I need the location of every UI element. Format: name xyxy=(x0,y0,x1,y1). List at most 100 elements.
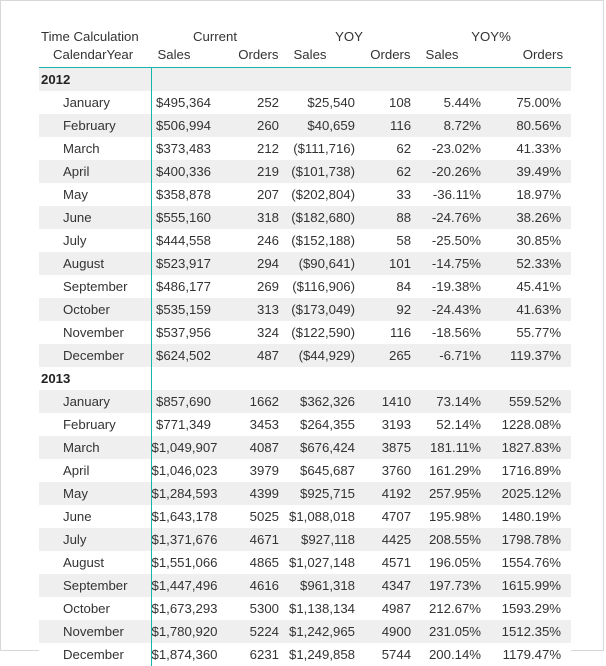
cell-yoy-sales[interactable]: ($44,929) xyxy=(287,344,363,367)
cell-current-sales[interactable] xyxy=(151,68,219,92)
cell-yoy-percent-orders[interactable]: 18.97% xyxy=(491,183,571,206)
cell-yoy-percent-orders[interactable]: 41.63% xyxy=(491,298,571,321)
month-label[interactable]: August xyxy=(39,551,151,574)
cell-yoy-percent-orders[interactable]: 1798.78% xyxy=(491,528,571,551)
cell-yoy-percent-sales[interactable] xyxy=(419,68,491,92)
column-header-yoy-percent-orders[interactable]: Orders xyxy=(491,47,571,68)
cell-yoy-sales[interactable] xyxy=(287,367,363,390)
cell-yoy-percent-orders[interactable]: 41.33% xyxy=(491,137,571,160)
cell-yoy-sales[interactable]: $264,355 xyxy=(287,413,363,436)
matrix-month-row[interactable]: January$495,364252$25,5401085.44%75.00% xyxy=(39,91,571,114)
month-label[interactable]: May xyxy=(39,183,151,206)
cell-yoy-percent-sales[interactable]: -14.75% xyxy=(419,252,491,275)
cell-current-orders[interactable]: 246 xyxy=(219,229,287,252)
year-label[interactable]: 2012 xyxy=(39,68,151,92)
cell-yoy-orders[interactable]: 101 xyxy=(363,252,419,275)
month-label[interactable]: November xyxy=(39,620,151,643)
cell-yoy-orders[interactable]: 4347 xyxy=(363,574,419,597)
cell-yoy-percent-orders[interactable]: 1827.83% xyxy=(491,436,571,459)
cell-yoy-orders[interactable]: 3760 xyxy=(363,459,419,482)
month-label[interactable]: January xyxy=(39,91,151,114)
column-header-yoy-sales[interactable]: Sales xyxy=(287,47,363,68)
cell-current-sales[interactable]: $358,878 xyxy=(151,183,219,206)
month-label[interactable]: April xyxy=(39,160,151,183)
cell-yoy-sales[interactable]: $1,138,134 xyxy=(287,597,363,620)
cell-current-sales[interactable]: $1,643,178 xyxy=(151,505,219,528)
month-label[interactable]: July xyxy=(39,528,151,551)
cell-yoy-percent-orders[interactable] xyxy=(491,367,571,390)
cell-yoy-sales[interactable]: $1,088,018 xyxy=(287,505,363,528)
cell-yoy-percent-orders[interactable]: 1228.08% xyxy=(491,413,571,436)
cell-current-sales[interactable]: $857,690 xyxy=(151,390,219,413)
cell-yoy-percent-sales[interactable]: 196.05% xyxy=(419,551,491,574)
month-label[interactable]: September xyxy=(39,574,151,597)
cell-current-sales[interactable]: $1,284,593 xyxy=(151,482,219,505)
month-label[interactable]: February xyxy=(39,114,151,137)
cell-yoy-orders[interactable]: 4192 xyxy=(363,482,419,505)
cell-yoy-orders[interactable]: 4900 xyxy=(363,620,419,643)
cell-yoy-orders[interactable]: 3875 xyxy=(363,436,419,459)
cell-current-sales[interactable]: $1,046,023 xyxy=(151,459,219,482)
cell-current-orders[interactable]: 313 xyxy=(219,298,287,321)
cell-yoy-percent-orders[interactable]: 1615.99% xyxy=(491,574,571,597)
cell-yoy-percent-orders[interactable] xyxy=(491,68,571,92)
cell-yoy-sales[interactable]: $961,318 xyxy=(287,574,363,597)
cell-current-sales[interactable]: $495,364 xyxy=(151,91,219,114)
cell-current-orders[interactable]: 294 xyxy=(219,252,287,275)
column-header-current-orders[interactable]: Orders xyxy=(219,47,287,68)
cell-yoy-percent-orders[interactable]: 1593.29% xyxy=(491,597,571,620)
matrix-month-row[interactable]: November$537,956324($122,590)116-18.56%5… xyxy=(39,321,571,344)
cell-current-orders[interactable] xyxy=(219,367,287,390)
cell-yoy-orders[interactable]: 116 xyxy=(363,114,419,137)
cell-yoy-orders[interactable]: 84 xyxy=(363,275,419,298)
cell-current-orders[interactable]: 1662 xyxy=(219,390,287,413)
cell-yoy-percent-sales[interactable]: 5.44% xyxy=(419,91,491,114)
cell-yoy-percent-sales[interactable]: 161.29% xyxy=(419,459,491,482)
matrix-month-row[interactable]: October$535,159313($173,049)92-24.43%41.… xyxy=(39,298,571,321)
cell-current-sales[interactable]: $555,160 xyxy=(151,206,219,229)
cell-yoy-sales[interactable] xyxy=(287,68,363,92)
cell-yoy-percent-orders[interactable]: 119.37% xyxy=(491,344,571,367)
cell-yoy-percent-sales[interactable]: 231.05% xyxy=(419,620,491,643)
cell-yoy-percent-orders[interactable]: 30.85% xyxy=(491,229,571,252)
matrix-month-row[interactable]: July$444,558246($152,188)58-25.50%30.85% xyxy=(39,229,571,252)
cell-current-sales[interactable]: $535,159 xyxy=(151,298,219,321)
matrix-month-row[interactable]: March$1,049,9074087$676,4243875181.11%18… xyxy=(39,436,571,459)
cell-yoy-orders[interactable]: 116 xyxy=(363,321,419,344)
matrix-month-row[interactable]: July$1,371,6764671$927,1184425208.55%179… xyxy=(39,528,571,551)
cell-yoy-percent-sales[interactable]: 257.95% xyxy=(419,482,491,505)
cell-current-orders[interactable]: 5025 xyxy=(219,505,287,528)
cell-yoy-sales[interactable]: ($202,804) xyxy=(287,183,363,206)
cell-current-orders[interactable]: 3979 xyxy=(219,459,287,482)
matrix-month-row[interactable]: January$857,6901662$362,326141073.14%559… xyxy=(39,390,571,413)
cell-current-sales[interactable]: $537,956 xyxy=(151,321,219,344)
cell-yoy-percent-sales[interactable]: -6.71% xyxy=(419,344,491,367)
cell-yoy-percent-sales[interactable]: 208.55% xyxy=(419,528,491,551)
cell-yoy-percent-sales[interactable]: -36.11% xyxy=(419,183,491,206)
cell-current-sales[interactable]: $1,673,293 xyxy=(151,597,219,620)
matrix-month-row[interactable]: February$506,994260$40,6591168.72%80.56% xyxy=(39,114,571,137)
cell-yoy-sales[interactable]: $645,687 xyxy=(287,459,363,482)
column-header-current-sales[interactable]: Sales xyxy=(151,47,219,68)
matrix-month-row[interactable]: December$624,502487($44,929)265-6.71%119… xyxy=(39,344,571,367)
row-header-field-label[interactable]: CalendarYear xyxy=(39,47,151,68)
cell-current-orders[interactable]: 4671 xyxy=(219,528,287,551)
column-header-yoy-percent-sales[interactable]: Sales xyxy=(419,47,491,68)
cell-current-orders[interactable]: 6231 xyxy=(219,643,287,666)
cell-yoy-percent-sales[interactable] xyxy=(419,367,491,390)
cell-yoy-sales[interactable]: ($173,049) xyxy=(287,298,363,321)
cell-yoy-orders[interactable]: 265 xyxy=(363,344,419,367)
cell-yoy-sales[interactable]: ($182,680) xyxy=(287,206,363,229)
cell-yoy-percent-orders[interactable]: 45.41% xyxy=(491,275,571,298)
cell-yoy-percent-sales[interactable]: 212.67% xyxy=(419,597,491,620)
year-label[interactable]: 2013 xyxy=(39,367,151,390)
cell-yoy-percent-sales[interactable]: 52.14% xyxy=(419,413,491,436)
matrix-month-row[interactable]: March$373,483212($111,716)62-23.02%41.33… xyxy=(39,137,571,160)
cell-yoy-orders[interactable]: 108 xyxy=(363,91,419,114)
month-label[interactable]: June xyxy=(39,206,151,229)
matrix-year-row[interactable]: 2013 xyxy=(39,367,571,390)
cell-current-sales[interactable]: $1,874,360 xyxy=(151,643,219,666)
cell-current-orders[interactable]: 5224 xyxy=(219,620,287,643)
cell-yoy-percent-orders[interactable]: 39.49% xyxy=(491,160,571,183)
cell-yoy-orders[interactable]: 62 xyxy=(363,160,419,183)
